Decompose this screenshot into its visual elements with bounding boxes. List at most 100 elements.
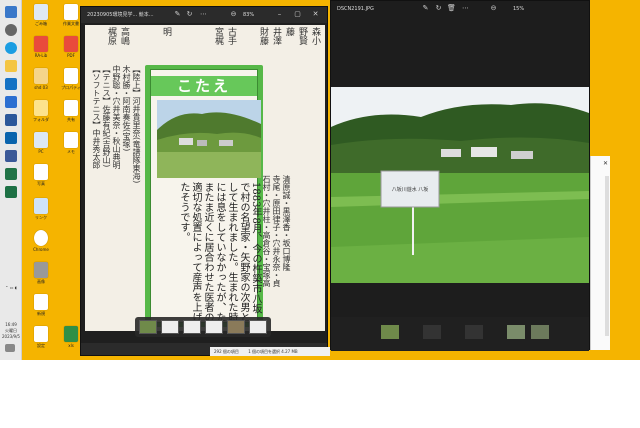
zoom-level[interactable]: 15% (513, 1, 524, 17)
folder-icon[interactable] (5, 60, 17, 72)
results-column: 【陸上】河井貴里奈(竜譜隊東海) (132, 65, 141, 184)
background-window[interactable]: ✕ (590, 156, 610, 350)
desktop-icon[interactable]: RA-Lib (26, 36, 56, 58)
thumbnail[interactable] (465, 325, 483, 339)
thumbnail[interactable] (507, 325, 525, 339)
scrollbar[interactable] (605, 176, 609, 336)
title-bar[interactable]: 20230905環境見学... 競本... ✎ ↻ ⋯ ⊖ 83% – ▢ ✕ (81, 7, 327, 23)
rotate-icon[interactable]: ↻ (185, 10, 194, 19)
maximize-icon[interactable]: ▢ (293, 10, 302, 19)
clock-time[interactable]: 16:49 (1, 322, 21, 327)
clock-day[interactable]: 火曜日 (1, 328, 21, 333)
photos-window-newspaper[interactable]: 20230905環境見学... 競本... ✎ ↻ ⋯ ⊖ 83% – ▢ ✕ … (80, 6, 328, 356)
edit-icon[interactable]: ✎ (421, 4, 430, 13)
desktop-icon[interactable]: ごみ箱 (26, 4, 56, 26)
answer-heading: こたえ (151, 76, 257, 96)
thumbnail[interactable] (423, 325, 441, 339)
desktop-icon[interactable]: リンク (26, 198, 56, 220)
edge-icon[interactable] (5, 42, 17, 54)
desktop-icon[interactable]: 画像 (26, 262, 56, 284)
zoom-out-icon[interactable]: ⊖ (489, 4, 498, 13)
desktop-icon[interactable]: 設定 (26, 326, 56, 348)
file-icon (34, 68, 48, 84)
desktop: ⌃ ▭ ◖ 16:49 火曜日 2023/9/5 ごみ箱 RA-Lib shd … (0, 0, 640, 360)
window-title: 20230905環境見学... 競本... (87, 12, 154, 18)
file-icon (34, 262, 48, 278)
title-bar[interactable]: DSCN2191.JPG ✎ ↻ 🗑 ⋯ ⊖ 15% (331, 1, 589, 17)
close-icon[interactable]: ✕ (311, 10, 320, 19)
filmstrip (135, 317, 271, 337)
thumbnail[interactable] (531, 325, 549, 339)
name-column: 古手 (226, 27, 236, 45)
name-column: 藤 (284, 27, 294, 36)
results-column: 中野聡・穴井美奈・秋山典明 (112, 65, 121, 169)
filmstrip (331, 317, 589, 351)
file-icon (34, 326, 48, 342)
thumbnail[interactable] (227, 320, 245, 334)
name-column: 森小 (310, 27, 320, 45)
rotate-icon[interactable]: ↻ (434, 4, 443, 13)
desktop-icon[interactable]: shd 03 (26, 68, 56, 90)
edit-icon[interactable]: ✎ (173, 10, 182, 19)
answer-box: こたえ 1883年8月、今の杵築市八坂で村の名望家・矢野家の次男として生まれまし… (145, 65, 263, 327)
name-column: 宮梶 (213, 27, 223, 45)
thumbnail[interactable] (205, 320, 223, 334)
village-photo (157, 100, 261, 178)
zoom-level[interactable]: 83% (243, 7, 254, 23)
results-column: 木村勝・阿南奏佐(宝塚) (122, 65, 131, 152)
desktop-icon[interactable]: フォルダ (26, 100, 56, 122)
outlook-icon[interactable] (5, 132, 17, 144)
name-column: 梶原 (106, 27, 116, 45)
pdf-icon (64, 36, 78, 52)
selection-info: 1 個の項目を選択 4.27 MB (248, 349, 298, 354)
clock-date[interactable]: 2023/9/5 (1, 334, 21, 339)
notification-icon[interactable] (5, 344, 15, 352)
results-column: 【テニス】佐藤有紀(吉野山) (102, 65, 111, 168)
photos-window-field[interactable]: DSCN2191.JPG ✎ ↻ 🗑 ⋯ ⊖ 15% 八坂川遊水 八坂 (330, 0, 590, 351)
folder-icon (34, 100, 48, 116)
file-icon (64, 68, 78, 84)
minimize-icon[interactable]: – (275, 10, 284, 19)
explorer-status-bar: 292 個の項目 1 個の項目を選択 4.27 MB (210, 347, 330, 356)
desktop-icon[interactable]: 写真 (26, 164, 56, 186)
newspaper-scan: 森小 野賢 藤 井澤 財藤 古手 宮梶 明 高嶋 梶原 【陸上】河井貴里奈(竜譜… (85, 25, 325, 331)
delete-icon[interactable]: 🗑 (447, 4, 456, 13)
search-icon[interactable] (5, 24, 17, 36)
thumbnail[interactable] (183, 320, 201, 334)
mail-icon[interactable] (5, 78, 17, 90)
excel-icon[interactable] (5, 168, 17, 180)
thumbnail[interactable] (249, 320, 267, 334)
name-column: 野賢 (297, 27, 307, 45)
sign-text: 八坂川遊水 八坂 (392, 186, 429, 193)
name-column: 高嶋 (119, 27, 129, 45)
taskbar: ⌃ ▭ ◖ 16:49 火曜日 2023/9/5 (0, 0, 22, 360)
thumbnail[interactable] (381, 325, 399, 339)
desktop-icon[interactable]: PC (26, 132, 56, 154)
link-icon (34, 198, 48, 214)
desktop-icon[interactable]: Chrome (26, 230, 56, 252)
more-icon[interactable]: ⋯ (199, 10, 208, 19)
rice-field-photo: 八坂川遊水 八坂 (331, 87, 589, 283)
file-icon (34, 294, 48, 310)
excel-icon-2[interactable] (5, 186, 17, 198)
close-icon[interactable]: ✕ (603, 160, 608, 167)
results-column: 【ソフトテニス】中井秀太郎 (92, 65, 101, 169)
name-column: 財藤 (258, 27, 268, 45)
start-icon[interactable] (5, 6, 17, 18)
thumbnail[interactable] (139, 320, 157, 334)
word-icon[interactable] (5, 114, 17, 126)
thumbnail[interactable] (161, 320, 179, 334)
file-icon (64, 100, 78, 116)
photos-icon[interactable] (5, 96, 17, 108)
tray-icons[interactable]: ⌃ ▭ ◖ (1, 285, 21, 290)
app-icon[interactable] (5, 150, 17, 162)
desktop-icon[interactable]: 新規 (26, 294, 56, 316)
zoom-out-icon[interactable]: ⊖ (229, 10, 238, 19)
file-icon (34, 36, 48, 52)
name-column: 井澤 (271, 27, 281, 45)
more-icon[interactable]: ⋯ (461, 4, 470, 13)
chrome-icon (34, 230, 48, 246)
file-icon (64, 4, 78, 20)
excel-file-icon (64, 326, 78, 342)
file-icon (64, 132, 78, 148)
